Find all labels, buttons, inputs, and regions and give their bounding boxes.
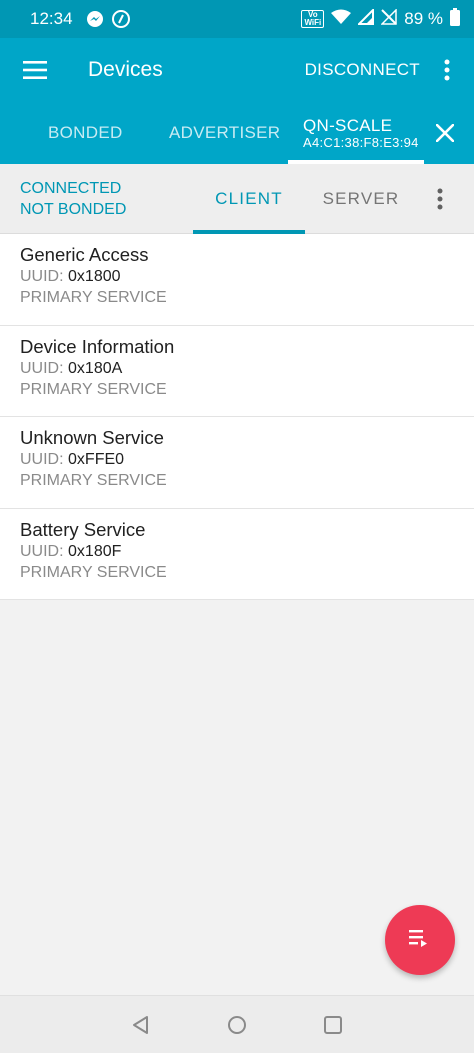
- menu-icon[interactable]: [0, 38, 70, 102]
- device-tabs: BONDED ADVERTISER QN-SCALE A4:C1:38:F8:E…: [0, 102, 474, 164]
- service-uuid: UUID: 0x1800: [20, 268, 121, 285]
- tab-server[interactable]: SERVER: [305, 164, 417, 234]
- log-fab-button[interactable]: [385, 905, 455, 975]
- services-list: Generic Access UUID: 0x1800 PRIMARY SERV…: [0, 234, 474, 600]
- device-address: A4:C1:38:F8:E3:94: [303, 135, 419, 150]
- device-name: QN-SCALE: [303, 116, 393, 135]
- connection-status: CONNECTED NOT BONDED: [20, 178, 126, 220]
- tab-device-qn-scale[interactable]: QN-SCALE A4:C1:38:F8:E3:94: [303, 102, 419, 164]
- service-uuid: UUID: 0xFFE0: [20, 451, 125, 468]
- no-signal-icon: [380, 7, 397, 30]
- service-type: PRIMARY SERVICE: [20, 380, 167, 398]
- service-type: PRIMARY SERVICE: [20, 563, 167, 581]
- service-item[interactable]: Battery Service UUID: 0x180F PRIMARY SER…: [0, 509, 474, 600]
- tab-bonded[interactable]: BONDED: [48, 102, 123, 164]
- service-type: PRIMARY SERVICE: [20, 289, 167, 306]
- service-item[interactable]: Unknown Service UUID: 0xFFE0 PRIMARY SER…: [0, 417, 474, 509]
- battery-level: 89 %: [404, 9, 443, 28]
- service-uuid: UUID: 0x180F: [20, 542, 122, 560]
- status-bar: 12:34 Vo WiFi 89 %: [0, 0, 474, 38]
- service-name: Device Information: [20, 335, 175, 357]
- disconnect-button[interactable]: DISCONNECT: [305, 60, 420, 80]
- app-notification-icon: [111, 9, 131, 29]
- vowifi-icon: Vo WiFi: [301, 10, 325, 28]
- wifi-icon: [331, 9, 352, 30]
- page-title: Devices: [88, 58, 163, 81]
- service-type: PRIMARY SERVICE: [20, 472, 167, 489]
- service-name: Unknown Service: [20, 427, 164, 448]
- service-item[interactable]: Generic Access UUID: 0x1800 PRIMARY SERV…: [0, 234, 474, 326]
- connection-state: CONNECTED: [20, 180, 122, 197]
- system-nav-bar: [0, 995, 474, 1053]
- tab-advertiser[interactable]: ADVERTISER: [169, 102, 280, 164]
- back-icon[interactable]: [121, 996, 161, 1053]
- service-item[interactable]: Device Information UUID: 0x180A PRIMARY …: [0, 326, 474, 417]
- battery-icon: [450, 7, 460, 31]
- messenger-icon: [85, 9, 105, 29]
- close-icon[interactable]: [428, 102, 462, 164]
- home-icon[interactable]: [217, 996, 257, 1053]
- service-uuid: UUID: 0x180A: [20, 359, 123, 377]
- playlist-icon: [409, 929, 431, 952]
- signal-icon: [356, 7, 375, 30]
- service-name: Battery Service: [20, 518, 146, 540]
- bond-state: NOT BONDED: [20, 201, 127, 218]
- app-bar: Devices DISCONNECT: [0, 38, 474, 102]
- tab-client[interactable]: CLIENT: [193, 164, 305, 234]
- service-name: Generic Access: [20, 244, 149, 265]
- recents-icon[interactable]: [313, 996, 353, 1053]
- more-vert-icon[interactable]: [425, 164, 455, 234]
- connection-bar: CONNECTED NOT BONDED CLIENT SERVER: [0, 164, 474, 234]
- status-time: 12:34: [30, 9, 73, 28]
- more-vert-icon[interactable]: [432, 38, 462, 102]
